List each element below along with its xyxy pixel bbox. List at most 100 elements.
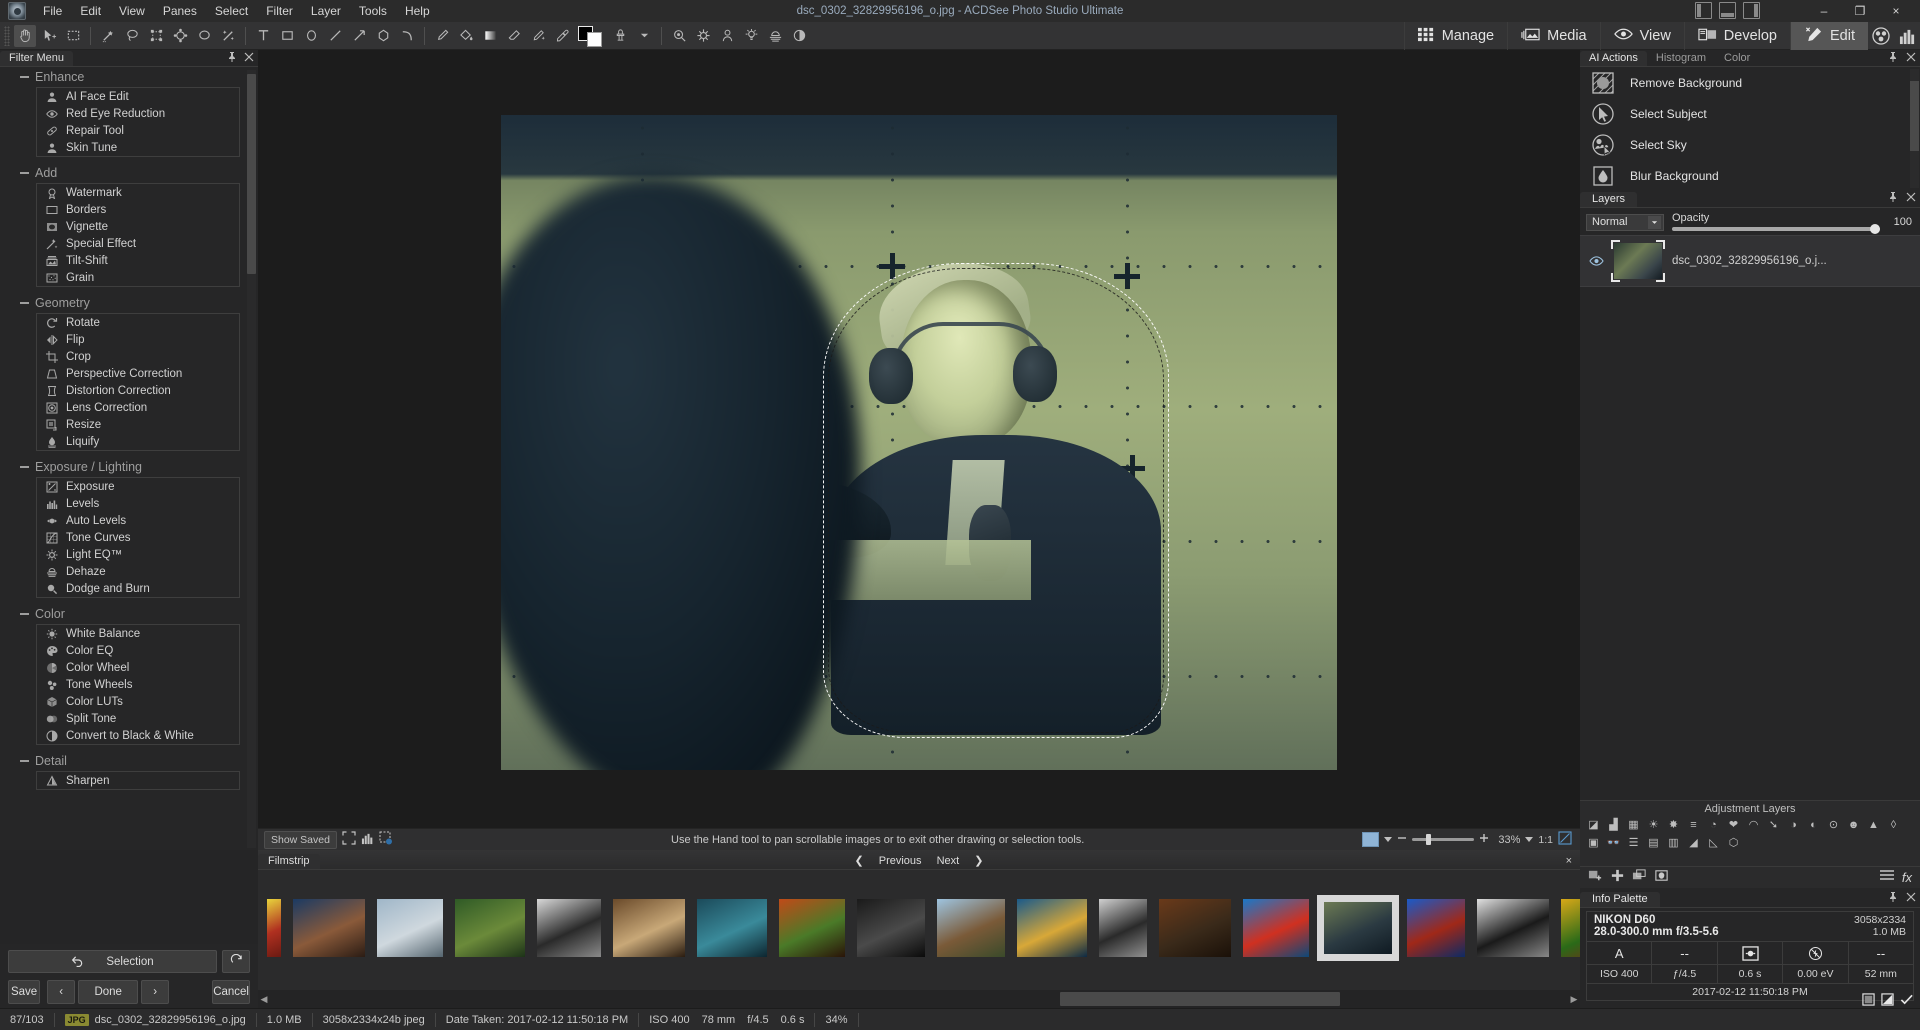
chevron-down-icon[interactable] (1648, 215, 1661, 229)
colorbalance-icon[interactable]: ❤ (1724, 816, 1743, 833)
blemish-remover-icon[interactable] (527, 25, 549, 47)
filmstrip-thumb-tree-bw[interactable] (1098, 898, 1148, 958)
skintune-icon[interactable]: ☻ (1844, 816, 1863, 833)
eyedropper-icon[interactable] (551, 25, 573, 47)
dock-right-button[interactable] (1743, 2, 1760, 19)
filmstrip-thumb-rust-building[interactable] (1158, 898, 1232, 958)
filter-scrollbar-thumb[interactable] (247, 74, 256, 274)
filter-item-color-luts[interactable]: Color LUTs (37, 693, 239, 710)
maximize-button[interactable]: ❐ (1842, 0, 1878, 22)
image-viewport[interactable] (258, 68, 1580, 816)
filmstrip-thumb-blue-sky-red[interactable] (1406, 898, 1466, 958)
layer-mask-icon[interactable] (1654, 868, 1669, 888)
fx-icon[interactable]: fx (1902, 870, 1912, 885)
filmstrip-close-button[interactable]: × (1566, 855, 1572, 867)
curve-icon[interactable]: ◺ (1704, 834, 1723, 851)
contrast-icon[interactable]: ◑ (1784, 816, 1803, 833)
filmstrip-thumb-stained-glass[interactable] (1016, 898, 1088, 958)
filter-item-distortion-correction[interactable]: Distortion Correction (37, 382, 239, 399)
filter-group-header-enhance[interactable]: Enhance (0, 67, 258, 87)
add-layer-icon[interactable] (1610, 868, 1625, 888)
collapse-icon[interactable] (20, 302, 29, 304)
light-eq-icon[interactable] (740, 25, 762, 47)
ai-action-blur-background[interactable]: Blur Background (1580, 160, 1920, 190)
ai-panel-scrollbar[interactable] (1910, 69, 1919, 188)
repair-tool-icon[interactable] (692, 25, 714, 47)
smart-select-tool-icon[interactable] (169, 25, 191, 47)
tab-edit[interactable]: Edit (1790, 22, 1868, 50)
menu-icon[interactable] (1879, 868, 1895, 887)
filmstrip-thumb-night-sky[interactable] (292, 898, 366, 958)
filter-item-red-eye-reduction[interactable]: Red Eye Reduction (37, 105, 239, 122)
tab-manage[interactable]: Manage (1403, 22, 1507, 50)
exposure-icon[interactable]: ◪ (1584, 816, 1603, 833)
pin-icon[interactable] (1888, 52, 1898, 65)
zoom-slider[interactable] (1412, 834, 1475, 845)
background-color-swatch[interactable] (587, 31, 602, 47)
save-button[interactable]: Save (8, 980, 41, 1004)
gradient-tool-icon[interactable] (479, 25, 501, 47)
filter-item-resize[interactable]: Resize (37, 416, 239, 433)
move-tool-icon[interactable] (38, 25, 60, 47)
filter-item-convert-to-black-white[interactable]: Convert to Black & White (37, 727, 239, 744)
filter-item-levels[interactable]: Levels (37, 495, 239, 512)
selection-button[interactable]: Selection (8, 950, 217, 973)
collapse-icon[interactable] (20, 760, 29, 762)
dodgeburn-icon[interactable]: ➘ (1764, 816, 1783, 833)
previous-button[interactable]: Previous (879, 855, 922, 867)
zoom-out-icon[interactable] (1397, 833, 1407, 846)
coloreq-sliders-icon[interactable]: ≡ (1684, 816, 1703, 833)
filmstrip-scroll-right-arrow[interactable]: ▶ (1568, 994, 1580, 1005)
pin-icon[interactable] (1888, 192, 1898, 205)
ai-action-select-sky[interactable]: Select Sky (1580, 129, 1920, 160)
reset-button[interactable] (222, 950, 250, 973)
tab-layers[interactable]: Layers (1580, 192, 1638, 207)
close-icon[interactable] (1906, 52, 1916, 65)
filter-item-grain[interactable]: Grain (37, 269, 239, 286)
filter-item-lens-correction[interactable]: Lens Correction (37, 399, 239, 416)
next-button[interactable]: Next (937, 855, 960, 867)
opacity-control[interactable]: Opacity (1672, 213, 1880, 234)
collapse-icon[interactable] (20, 613, 29, 615)
vibrance-icon[interactable]: ◠ (1744, 816, 1763, 833)
filter-item-exposure[interactable]: Exposure (37, 478, 239, 495)
filter-item-skin-tune[interactable]: Skin Tune (37, 139, 239, 156)
dock-left-button[interactable] (1695, 2, 1712, 19)
polygon-tool-icon[interactable] (372, 25, 394, 47)
toolbar-dropdown-caret-icon[interactable] (633, 25, 655, 47)
bw-convert-icon[interactable] (788, 25, 810, 47)
filmstrip-thumb-yellow-strip[interactable] (266, 898, 282, 958)
histogram-toggle-icon[interactable] (361, 832, 374, 848)
magic-select-tool-icon[interactable] (217, 25, 239, 47)
cancel-button[interactable]: Cancel (212, 980, 250, 1004)
filmstrip-thumb-cat-bw[interactable] (536, 898, 602, 958)
filter-item-auto-levels[interactable]: Auto Levels (37, 512, 239, 529)
menu-layer[interactable]: Layer (302, 1, 350, 21)
bw-icon[interactable]: ◐ (1804, 816, 1823, 833)
filmstrip-thumb-current-subject[interactable] (1317, 894, 1399, 961)
close-button[interactable]: × (1878, 0, 1914, 22)
polygon-select-tool-icon[interactable] (145, 25, 167, 47)
brush-tool-icon[interactable] (431, 25, 453, 47)
filmstrip-scroll-track[interactable] (270, 992, 1568, 1006)
filmstrip-thumb-dark-bowl[interactable] (856, 898, 926, 958)
new-adjustment-layer-icon[interactable] (1588, 868, 1603, 888)
magic-wand-tool-icon[interactable] (97, 25, 119, 47)
tonecurves-icon[interactable]: ▦ (1624, 816, 1643, 833)
collapse-icon[interactable] (20, 466, 29, 468)
filter-group-header-add[interactable]: Add (0, 163, 258, 183)
curve-tool-icon[interactable] (396, 25, 418, 47)
rect-marquee-tool-icon[interactable] (62, 25, 84, 47)
text-tool-icon[interactable] (252, 25, 274, 47)
filter-item-crop[interactable]: Crop (37, 348, 239, 365)
filter-item-color-eq[interactable]: Color EQ (37, 642, 239, 659)
filmstrip-scroll-thumb[interactable] (1060, 992, 1340, 1006)
filmstrip-thumbnails[interactable] (258, 870, 1779, 985)
rectangle-tool-icon[interactable] (276, 25, 298, 47)
tab-info-palette[interactable]: Info Palette (1580, 892, 1660, 907)
opacity-slider-knob[interactable] (1870, 224, 1880, 234)
filter-item-special-effect[interactable]: Special Effect (37, 235, 239, 252)
filter-item-tone-wheels[interactable]: Tone Wheels (37, 676, 239, 693)
lut-cube-icon[interactable]: ⬡ (1724, 834, 1743, 851)
eraser-tool-icon[interactable] (503, 25, 525, 47)
